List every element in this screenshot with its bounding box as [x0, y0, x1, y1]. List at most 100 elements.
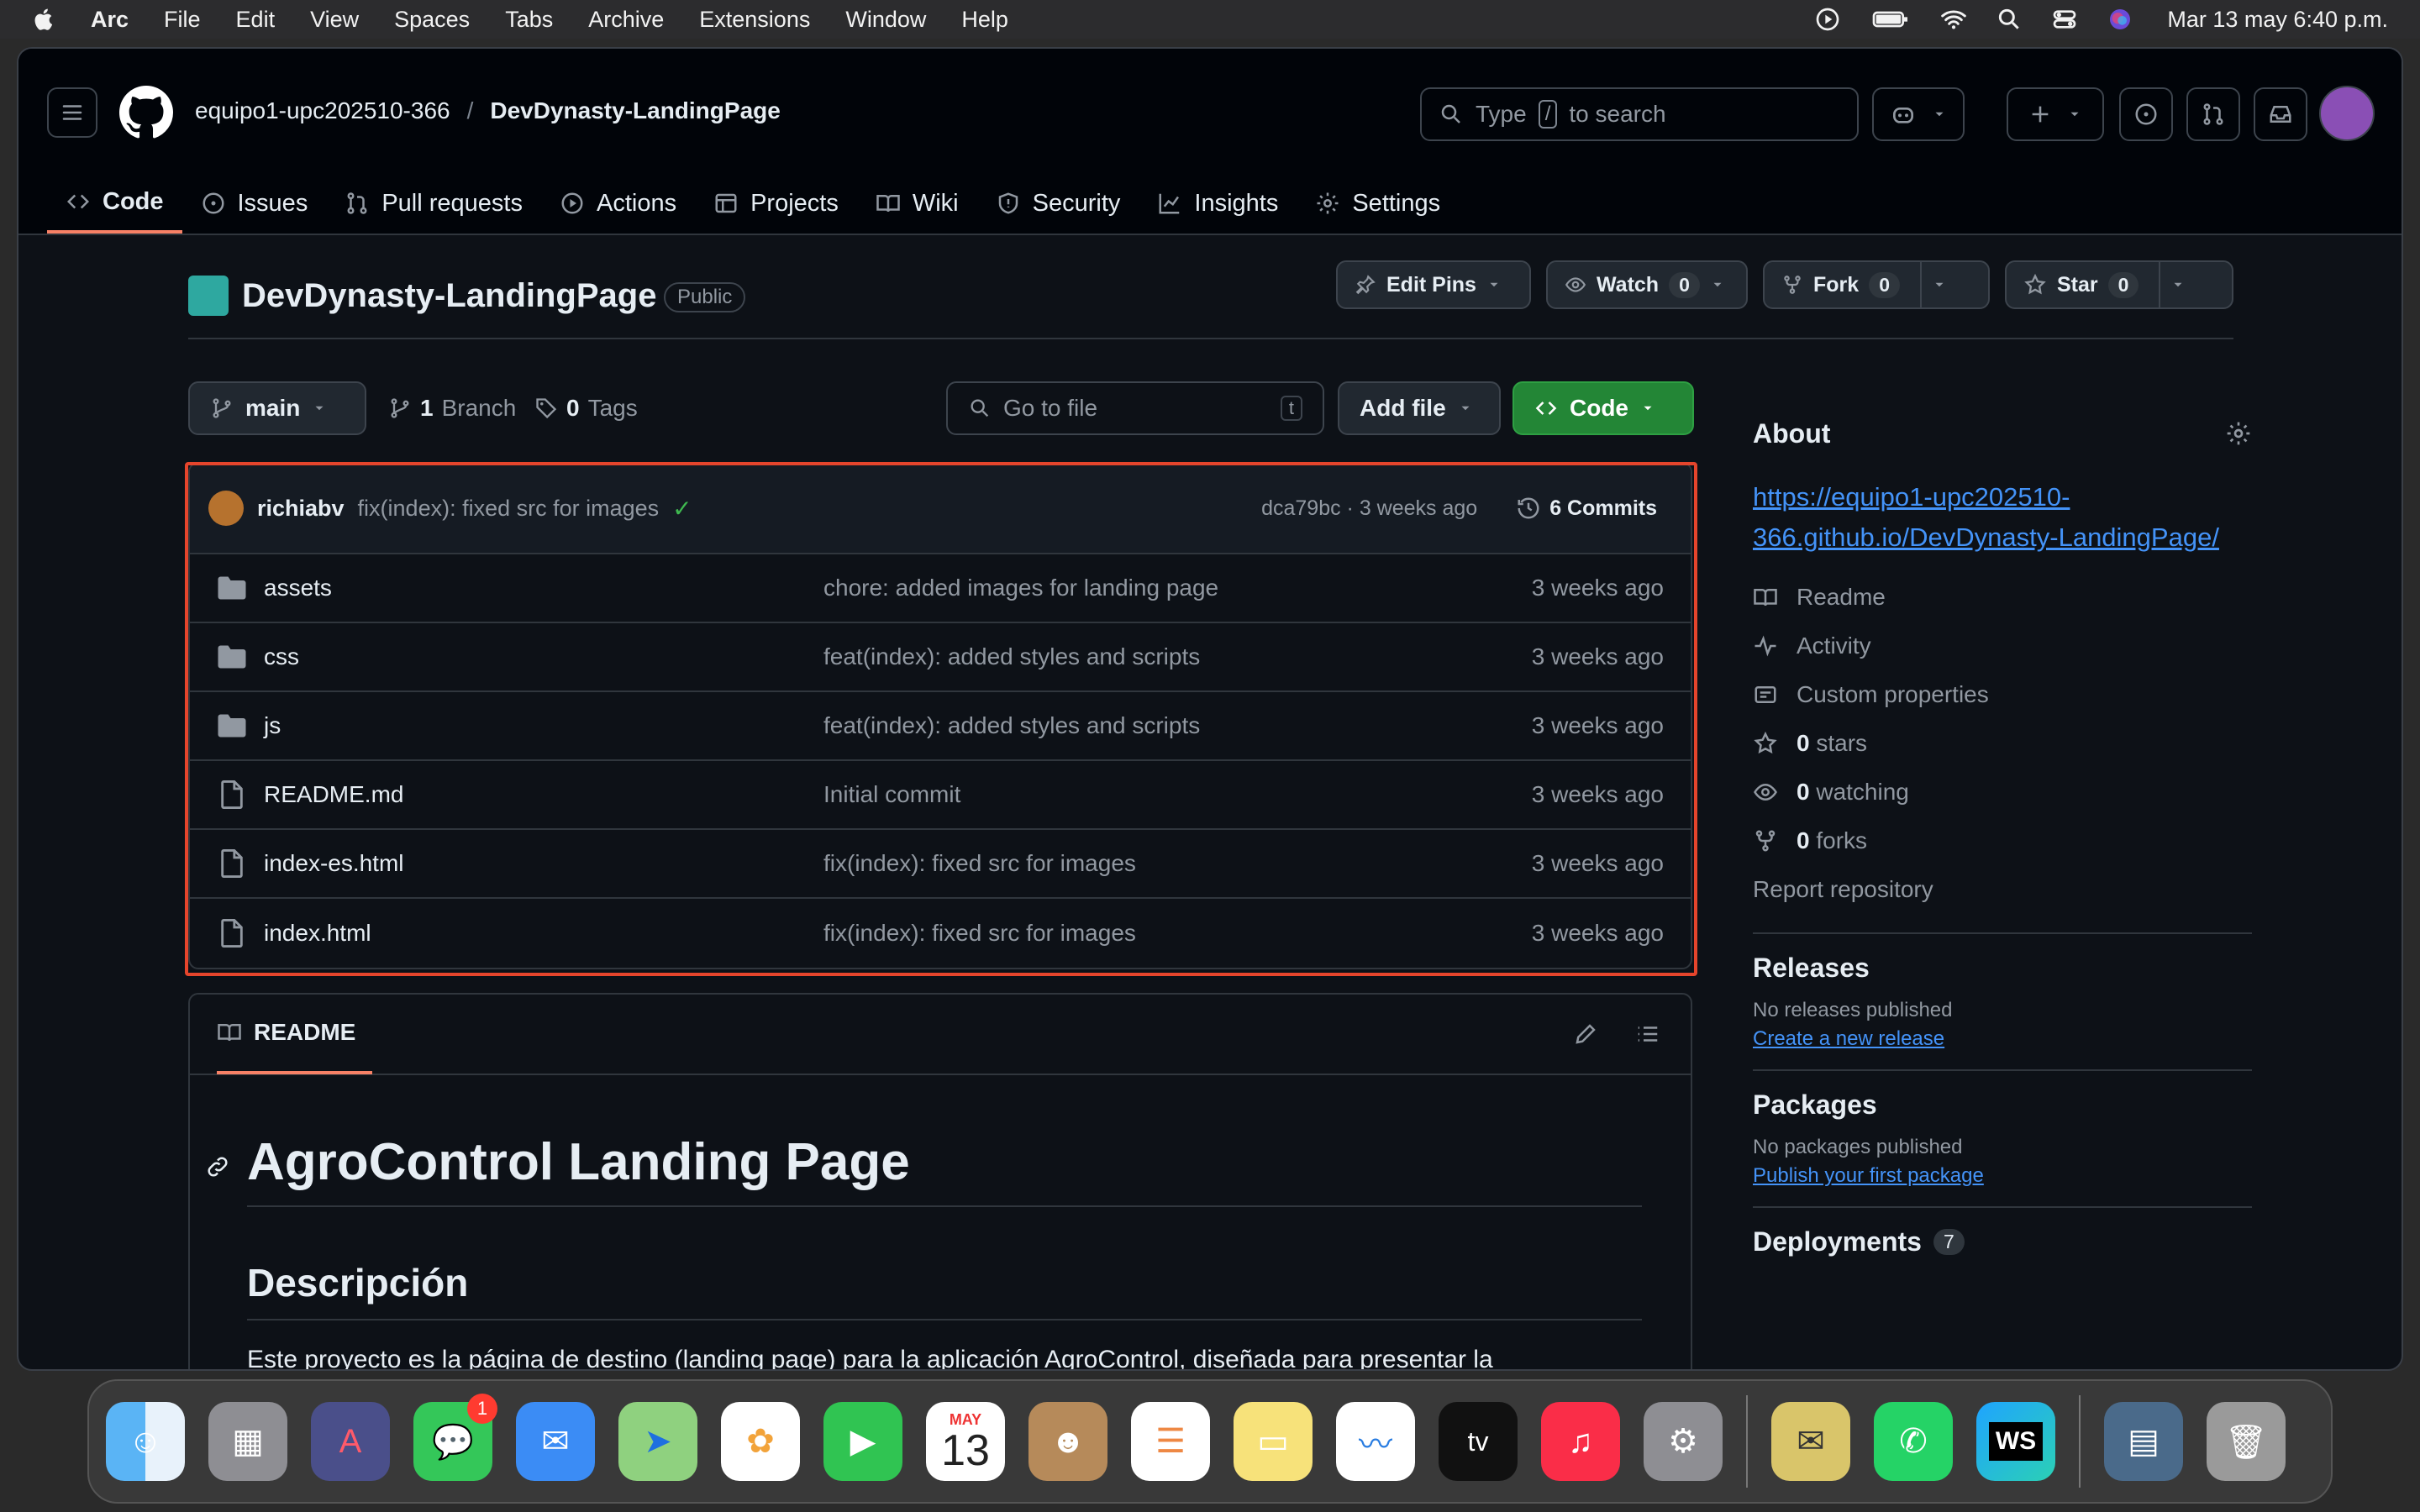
create-release-link[interactable]: Create a new release	[1753, 1027, 2252, 1051]
calendar-icon[interactable]: MAY 13	[926, 1402, 1005, 1481]
tab-wiki[interactable]: Wiki	[857, 173, 977, 234]
owner-link[interactable]: equipo1-upc202510-366	[195, 97, 450, 124]
file-row-readme[interactable]: README.md Initial commit 3 weeks ago	[190, 761, 1691, 830]
menu-help[interactable]: Help	[961, 7, 1008, 33]
pencil-icon[interactable]	[1573, 1021, 1598, 1047]
publish-package-link[interactable]: Publish your first package	[1753, 1164, 2252, 1188]
tab-issues[interactable]: Issues	[182, 173, 327, 234]
freeform-icon[interactable]: 〰	[1336, 1402, 1415, 1481]
commit-author[interactable]: richiabv	[257, 496, 345, 522]
file-name[interactable]: assets	[264, 575, 823, 601]
forks-link[interactable]: 0 forks	[1753, 816, 2252, 865]
file-name[interactable]: index.html	[264, 920, 823, 947]
control-center-icon[interactable]	[2051, 6, 2078, 33]
packages-title[interactable]: Packages	[1753, 1089, 2252, 1121]
menu-view[interactable]: View	[310, 7, 359, 33]
list-icon[interactable]	[1635, 1021, 1660, 1047]
file-name[interactable]: js	[264, 712, 823, 739]
contacts-icon[interactable]: ☻	[1028, 1402, 1107, 1481]
reminders-icon[interactable]: ☰	[1131, 1402, 1210, 1481]
menu-tabs[interactable]: Tabs	[505, 7, 553, 33]
commit-message[interactable]: fix(index): fixed src for images	[358, 496, 660, 522]
stars-link[interactable]: 0 stars	[1753, 719, 2252, 768]
file-row-index[interactable]: index.html fix(index): fixed src for ima…	[190, 899, 1691, 968]
play-circle-icon[interactable]	[1814, 6, 1841, 33]
apple-icon[interactable]	[32, 7, 57, 32]
menu-file[interactable]: File	[164, 7, 201, 33]
tab-projects[interactable]: Projects	[695, 173, 857, 234]
branches-link[interactable]: 1 Branch	[388, 395, 516, 422]
github-logo-icon[interactable]	[119, 86, 173, 139]
watching-link[interactable]: 0 watching	[1753, 768, 2252, 816]
trash-icon[interactable]: 🗑	[2207, 1402, 2286, 1481]
siri-icon[interactable]	[2107, 6, 2133, 33]
commits-link[interactable]: 6 Commits	[1516, 496, 1657, 521]
file-name[interactable]: README.md	[264, 781, 823, 808]
issues-button[interactable]	[2119, 87, 2173, 141]
whatsapp-icon[interactable]: ✆	[1874, 1402, 1953, 1481]
readme-link[interactable]: Readme	[1753, 573, 2252, 622]
file-row-assets[interactable]: assets chore: added images for landing p…	[190, 554, 1691, 623]
launchpad-icon[interactable]: ▦	[208, 1402, 287, 1481]
menu-window[interactable]: Window	[845, 7, 926, 33]
app-name[interactable]: Arc	[91, 7, 129, 33]
file-row-index-es[interactable]: index-es.html fix(index): fixed src for …	[190, 830, 1691, 899]
repo-title[interactable]: DevDynasty-LandingPage	[242, 277, 656, 315]
file-commit-message[interactable]: feat(index): added styles and scripts	[823, 643, 1532, 670]
file-commit-message[interactable]: fix(index): fixed src for images	[823, 850, 1532, 877]
repo-link[interactable]: DevDynasty-LandingPage	[490, 97, 780, 124]
facetime-icon[interactable]: ▶	[823, 1402, 902, 1481]
file-name[interactable]: index-es.html	[264, 850, 823, 877]
webstorm-icon[interactable]: WS	[1976, 1402, 2055, 1481]
tab-code[interactable]: Code	[47, 173, 182, 234]
deployments-header[interactable]: Deployments 7	[1753, 1226, 2252, 1257]
user-avatar[interactable]	[2319, 86, 2375, 141]
mail-app-icon[interactable]: ✉	[1771, 1402, 1850, 1481]
menu-edit[interactable]: Edit	[236, 7, 276, 33]
menu-extensions[interactable]: Extensions	[699, 7, 810, 33]
file-commit-message[interactable]: chore: added images for landing page	[823, 575, 1532, 601]
star-button[interactable]: Star 0	[2005, 260, 2233, 309]
file-commit-message[interactable]: feat(index): added styles and scripts	[823, 712, 1532, 739]
check-icon[interactable]: ✓	[672, 495, 692, 522]
menu-spaces[interactable]: Spaces	[394, 7, 470, 33]
search-icon[interactable]	[1996, 6, 2023, 33]
copilot-button[interactable]	[1872, 87, 1965, 141]
battery-icon[interactable]	[1870, 6, 1912, 33]
music-icon[interactable]: ♫	[1541, 1402, 1620, 1481]
report-repository-link[interactable]: Report repository	[1753, 865, 2252, 914]
file-name[interactable]: css	[264, 643, 823, 670]
readme-tab[interactable]: README	[217, 995, 373, 1074]
tab-pull-requests[interactable]: Pull requests	[326, 173, 541, 234]
commit-hash-time[interactable]: dca79bc · 3 weeks ago	[1261, 496, 1477, 521]
fork-button[interactable]: Fork 0	[1763, 260, 1990, 309]
menubar-clock[interactable]: Mar 13 may 6:40 p.m.	[2167, 7, 2388, 33]
inbox-button[interactable]	[2254, 87, 2307, 141]
file-commit-message[interactable]: fix(index): fixed src for images	[823, 920, 1532, 947]
messages-icon[interactable]: 💬 1	[413, 1394, 497, 1481]
edit-pins-button[interactable]: Edit Pins	[1336, 260, 1531, 309]
tab-insights[interactable]: Insights	[1139, 173, 1297, 234]
mail-icon[interactable]: ✉	[516, 1402, 595, 1481]
wifi-icon[interactable]	[1940, 6, 1967, 33]
branch-selector[interactable]: main	[188, 381, 366, 435]
custom-properties-link[interactable]: Custom properties	[1753, 670, 2252, 719]
photos-icon[interactable]: ✿	[721, 1402, 800, 1481]
file-commit-message[interactable]: Initial commit	[823, 781, 1532, 808]
apple-tv-icon[interactable]: tv	[1439, 1402, 1518, 1481]
menu-archive[interactable]: Archive	[588, 7, 664, 33]
maps-icon[interactable]: ➤	[618, 1402, 697, 1481]
go-to-file-input[interactable]: Go to file t	[946, 381, 1324, 435]
finder-icon[interactable]: ☺	[106, 1402, 185, 1481]
commit-author-avatar[interactable]	[208, 491, 244, 526]
pull-requests-button[interactable]	[2186, 87, 2240, 141]
tab-settings[interactable]: Settings	[1297, 173, 1459, 234]
file-row-js[interactable]: js feat(index): added styles and scripts…	[190, 692, 1691, 761]
menu-button[interactable]	[47, 87, 97, 138]
activity-link[interactable]: Activity	[1753, 622, 2252, 670]
notes-icon[interactable]: ▭	[1234, 1402, 1313, 1481]
code-button[interactable]: Code	[1512, 381, 1694, 435]
website-link[interactable]: https://equipo1-upc202510- 366.github.io…	[1753, 477, 2252, 558]
arc-browser-icon[interactable]: A	[311, 1402, 390, 1481]
releases-title[interactable]: Releases	[1753, 953, 2252, 984]
